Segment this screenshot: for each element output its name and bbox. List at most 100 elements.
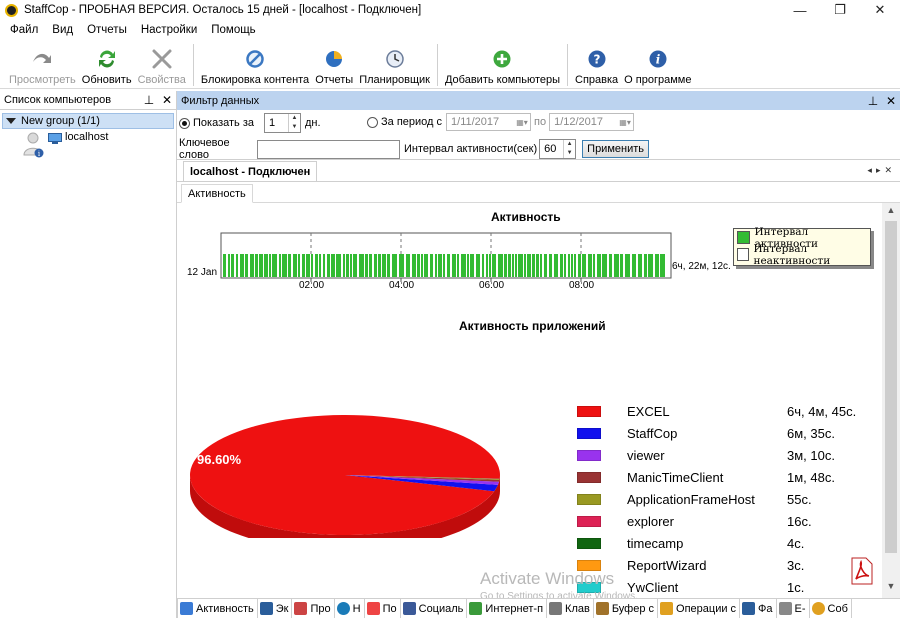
app-duration: 1с. (787, 579, 805, 595)
activity-interval-bar (574, 254, 576, 277)
activity-interval-bar (315, 254, 318, 277)
about-button[interactable]: i О программе (621, 41, 694, 87)
bottom-tab[interactable]: Социаль (401, 599, 468, 618)
bottom-tab[interactable]: Н (335, 599, 365, 618)
tree-group-new-group[interactable]: New group (1/1) (2, 113, 174, 129)
keyword-input[interactable] (257, 139, 400, 159)
scheduler-button[interactable]: Планировщик (356, 41, 433, 87)
pin-icon[interactable]: ⊥ (864, 94, 882, 108)
minimize-button[interactable]: — (780, 0, 820, 20)
refresh-button[interactable]: Обновить (79, 41, 135, 87)
activity-interval-bar (597, 254, 601, 277)
apps-chart-title: Активность приложений (459, 319, 606, 333)
date-to-label: по (534, 116, 547, 128)
reports-button[interactable]: Отчеты (312, 41, 356, 87)
bottom-tab[interactable]: Эк (258, 599, 293, 618)
vertical-scrollbar[interactable]: ▲ ▼ (882, 203, 900, 599)
activity-interval-bar (399, 254, 404, 277)
help-button[interactable]: ? Справка (572, 41, 621, 87)
bottom-tab[interactable]: E- (777, 599, 810, 618)
bottom-tab[interactable]: Про (292, 599, 335, 618)
block-content-button[interactable]: Блокировка контента (198, 41, 312, 87)
app-legend-row: timecamp 4с. (577, 532, 877, 554)
bottom-tab[interactable]: Фа (740, 599, 777, 618)
bottom-tab[interactable]: Соб (810, 599, 852, 618)
calendar-dropdown-icon[interactable]: ▦▾ (514, 118, 530, 127)
show-for-radio[interactable] (179, 117, 190, 129)
activity-interval-bar (588, 254, 592, 277)
activity-interval-bar (504, 254, 507, 277)
apply-button[interactable]: Применить (582, 140, 649, 158)
period-radio[interactable] (367, 116, 378, 128)
tab-localhost[interactable]: localhost - Подключен (183, 161, 318, 181)
app-legend-row: ManicTimeClient 1м, 48с. (577, 466, 877, 488)
activity-interval-bar (578, 254, 581, 277)
close-panel-icon[interactable]: ✕ (158, 93, 176, 107)
date-from-picker[interactable]: 1/11/2017 ▦▾ (446, 113, 532, 131)
sub-tabs: Активность (177, 182, 900, 203)
puzzle-icon (469, 602, 483, 615)
app-logo-icon (5, 3, 18, 17)
activity-interval-bar (515, 254, 517, 277)
activity-interval-bar (655, 254, 659, 277)
close-panel-icon[interactable]: ✕ (882, 94, 900, 108)
bottom-tab[interactable]: Активность (177, 599, 258, 618)
properties-button[interactable]: Свойства (135, 41, 189, 87)
bottom-tab[interactable]: Операции с (658, 599, 741, 618)
pin-icon[interactable]: ⊥ (140, 93, 158, 107)
tree-node-localhost[interactable]: i localhost (22, 131, 176, 159)
menu-reports[interactable]: Отчеты (87, 24, 127, 36)
activity-interval-bar (259, 254, 263, 277)
add-computers-button[interactable]: Добавить компьютеры (442, 41, 563, 87)
days-unit-label: дн. (304, 117, 321, 129)
app-color-swatch (577, 427, 601, 439)
interval-spinner[interactable]: 60 ▲ ▼ (539, 139, 577, 159)
scroll-down-icon[interactable]: ▼ (882, 581, 900, 597)
scroll-up-icon[interactable]: ▲ (882, 205, 900, 221)
bottom-tab-label: По (382, 602, 397, 615)
help-icon: ? (586, 48, 608, 70)
activity-interval-bar (430, 254, 433, 277)
tab-activity[interactable]: Активность (181, 184, 253, 203)
expand-caret-icon[interactable] (6, 118, 16, 124)
menu-settings[interactable]: Настройки (141, 24, 197, 36)
interval-value[interactable]: 60 (540, 140, 563, 158)
bottom-tab[interactable]: Буфер с (594, 599, 659, 618)
bottom-tab[interactable]: Интернет-п (467, 599, 548, 618)
spinner-arrows[interactable]: ▲ ▼ (563, 140, 575, 158)
app-name: explorer (627, 513, 674, 529)
view-button[interactable]: Просмотреть (6, 41, 79, 87)
activity-interval-bar (282, 254, 287, 277)
bottom-tab[interactable]: По (365, 599, 401, 618)
date-to-picker[interactable]: 1/12/2017 ▦▾ (549, 113, 635, 131)
app-duration: 3м, 10с. (787, 447, 835, 463)
bottom-tab-label: Операции с (676, 602, 737, 615)
activity-legend: Интервал активности Интервал неактивност… (733, 226, 871, 267)
bottom-tab-label: Соб (827, 602, 848, 615)
activity-interval-bar (536, 254, 539, 277)
pdf-export-icon[interactable] (850, 557, 874, 585)
activity-interval-bar (353, 254, 357, 277)
activity-interval-bar (609, 254, 612, 277)
bottom-tab-label: Эк (275, 602, 289, 615)
scroll-thumb[interactable] (885, 221, 897, 553)
google-icon (366, 602, 380, 615)
menu-help[interactable]: Помощь (211, 24, 255, 36)
days-spinner[interactable]: 1 ▲ ▼ (263, 113, 301, 133)
maximize-button[interactable]: ❐ (820, 0, 860, 20)
chart-icon (180, 602, 193, 615)
bottom-tab[interactable]: Клав (547, 599, 594, 618)
menu-file[interactable]: Файл (10, 24, 38, 36)
app-name: EXCEL (627, 403, 670, 419)
menu-view[interactable]: Вид (52, 24, 73, 36)
days-value[interactable]: 1 (265, 114, 288, 132)
view-arrow-icon (31, 48, 53, 70)
app-color-swatch (577, 515, 601, 527)
close-button[interactable]: ✕ (860, 0, 900, 20)
activate-windows-title: Activate Windows (480, 569, 615, 588)
spinner-arrows[interactable]: ▲ ▼ (287, 114, 300, 132)
toolbar-separator (192, 44, 194, 86)
calendar-dropdown-icon[interactable]: ▦▾ (617, 118, 633, 127)
tab-navigation-icons[interactable]: ◂▸✕ (867, 165, 896, 176)
bottom-tab-label: Клав (565, 602, 590, 615)
